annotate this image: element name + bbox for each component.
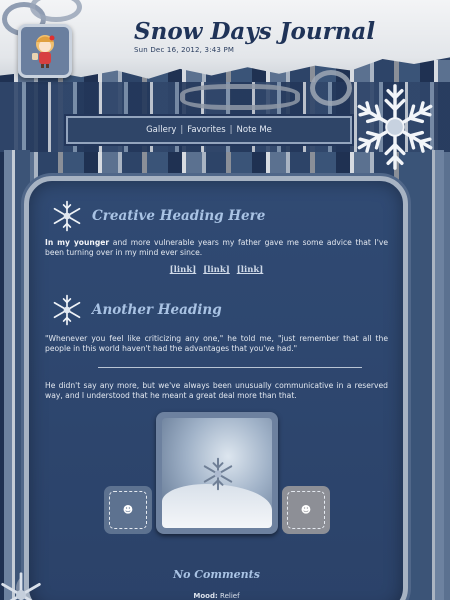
section-paragraph: In my younger and more vulnerable years …: [45, 238, 388, 258]
photo-frame: [156, 412, 278, 534]
paragraph-lead: In my younger: [45, 238, 110, 247]
previous-tile[interactable]: ☻: [104, 486, 152, 534]
section-heading: Creative Heading Here: [92, 208, 266, 224]
nav-link-gallery[interactable]: Gallery: [146, 125, 176, 135]
link-1[interactable]: [link]: [170, 265, 197, 275]
divider: [98, 367, 362, 368]
nav-separator: |: [180, 125, 184, 135]
page-title: Snow Days Journal: [134, 18, 376, 45]
comments-row: No Comments: [45, 568, 388, 581]
post-date: Sun Dec 16, 2012, 3:43 PM: [134, 46, 235, 54]
snowflake-photo: [162, 418, 272, 528]
section-heading-row: Another Heading: [50, 293, 222, 327]
comments-link[interactable]: No Comments: [173, 568, 260, 581]
link-3[interactable]: [link]: [237, 265, 264, 275]
snowflake-icon: [353, 84, 437, 170]
mood-label: Mood:: [193, 592, 218, 600]
section-paragraph: He didn't say any more, but we've always…: [45, 381, 388, 400]
next-tile[interactable]: ☻: [282, 486, 330, 534]
snowflake-icon: [53, 294, 81, 326]
link-2[interactable]: [link]: [203, 265, 230, 275]
snowflake-icon: [203, 457, 233, 491]
smiley-icon: ☻: [287, 491, 325, 529]
ribbon-bow-decoration: [180, 84, 300, 110]
quote-paragraph: "Whenever you feel like criticizing any …: [45, 334, 388, 353]
mood-value: Relief: [220, 592, 240, 600]
link-row: [link] [link] [link]: [45, 265, 388, 275]
background-right-ribbon: [420, 150, 444, 600]
mood-row: Mood: Relief: [45, 592, 388, 600]
nav-link-favorites[interactable]: Favorites: [187, 125, 225, 135]
chibi-avatar-icon: [32, 35, 55, 68]
nav-bar: Gallery | Favorites | Note Me: [66, 116, 352, 144]
section-heading-row: Creative Heading Here: [50, 199, 265, 233]
section-heading: Another Heading: [92, 302, 222, 318]
snowflake-icon: [53, 200, 81, 232]
avatar[interactable]: [18, 24, 72, 78]
snowflake-icon: [1, 572, 41, 600]
smiley-icon: ☻: [109, 491, 147, 529]
nav-link-note-me[interactable]: Note Me: [237, 125, 272, 135]
nav-separator: |: [229, 125, 233, 135]
